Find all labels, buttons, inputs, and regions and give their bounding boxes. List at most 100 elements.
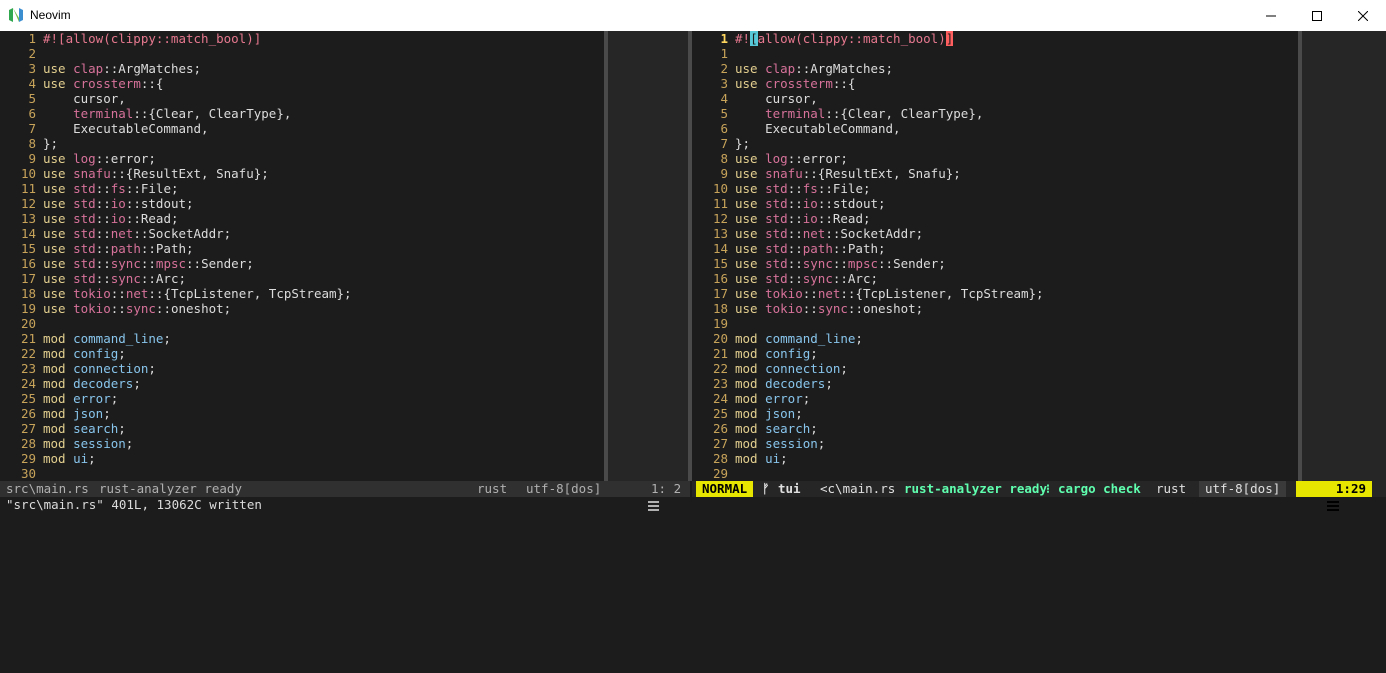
code-token: ; bbox=[802, 391, 811, 406]
code-token: decoders bbox=[765, 376, 826, 391]
code-line[interactable]: 8}; bbox=[0, 136, 604, 151]
code-line[interactable]: 17 use tokio::net::{TcpListener, TcpStrea… bbox=[692, 286, 1298, 301]
code-token: ::File; bbox=[125, 181, 179, 196]
code-line[interactable]: 28 mod ui; bbox=[692, 451, 1298, 466]
code-token: :: bbox=[802, 286, 818, 301]
code-line[interactable]: 24 mod decoders; bbox=[0, 376, 604, 391]
code-line[interactable]: 1 #![allow(clippy::match_bool)] bbox=[692, 31, 1298, 46]
code-token: ::Path; bbox=[140, 241, 194, 256]
code-line[interactable]: 15 use std::path::Path; bbox=[0, 241, 604, 256]
code-line[interactable]: 12 use std::io::Read; bbox=[692, 211, 1298, 226]
code-line[interactable]: 19 bbox=[692, 316, 1298, 331]
code-token: :: bbox=[787, 181, 803, 196]
code-token: ExecutableCommand, bbox=[735, 121, 901, 136]
code-line[interactable]: 18 use tokio::net::{TcpListener, TcpStrea… bbox=[0, 286, 604, 301]
code-line[interactable]: 2 bbox=[0, 46, 604, 61]
code-line[interactable]: 29 bbox=[692, 466, 1298, 481]
code-token: sync bbox=[817, 301, 848, 316]
code-token: std bbox=[73, 271, 96, 286]
code-line[interactable]: 22 mod connection; bbox=[692, 361, 1298, 376]
code-line[interactable]: 2 use clap::ArgMatches; bbox=[692, 61, 1298, 76]
code-line[interactable]: 8 use log::error; bbox=[692, 151, 1298, 166]
code-token: :: bbox=[832, 256, 848, 271]
code-line[interactable]: 4 use crossterm::{ bbox=[0, 76, 604, 91]
code-line[interactable]: 18 use tokio::sync::oneshot; bbox=[692, 301, 1298, 316]
code-line[interactable]: 11 use std::io::stdout; bbox=[692, 196, 1298, 211]
code-line[interactable]: 10 use std::fs::File; bbox=[692, 181, 1298, 196]
code-line[interactable]: 26 mod search; bbox=[692, 421, 1298, 436]
code-line[interactable]: 9 use log::error; bbox=[0, 151, 604, 166]
close-button[interactable] bbox=[1340, 0, 1386, 31]
code-line[interactable]: 4 cursor, bbox=[692, 91, 1298, 106]
code-token: ::{ResultExt, Snafu}; bbox=[802, 166, 961, 181]
code-text: mod command_line; bbox=[728, 331, 863, 346]
code-text: mod decoders; bbox=[728, 376, 833, 391]
code-token: ; bbox=[163, 331, 171, 346]
code-token: search bbox=[765, 421, 811, 436]
code-line[interactable]: 12 use std::io::stdout; bbox=[0, 196, 604, 211]
code-token: std bbox=[73, 196, 96, 211]
code-line[interactable]: 27 mod search; bbox=[0, 421, 604, 436]
editor-area[interactable]: 1 #![allow(clippy::match_bool)] 2 3 use clap… bbox=[0, 31, 1386, 481]
code-line[interactable]: 7 ExecutableCommand, bbox=[0, 121, 604, 136]
code-line[interactable]: 25 mod json; bbox=[692, 406, 1298, 421]
code-line[interactable]: 24 mod error; bbox=[692, 391, 1298, 406]
code-line[interactable]: 6 terminal::{Clear, ClearType}, bbox=[0, 106, 604, 121]
left-status-filetype: rust bbox=[477, 481, 508, 496]
code-line[interactable]: 29 mod ui; bbox=[0, 451, 604, 466]
code-line[interactable]: 13 use std::io::Read; bbox=[0, 211, 604, 226]
code-token: decoders bbox=[73, 376, 134, 391]
code-line[interactable]: 26 mod json; bbox=[0, 406, 604, 421]
code-line[interactable]: 25 mod error; bbox=[0, 391, 604, 406]
minimize-button[interactable] bbox=[1248, 0, 1294, 31]
code-line[interactable]: 14 use std::path::Path; bbox=[692, 241, 1298, 256]
code-line[interactable]: 1 #![allow(clippy::match_bool)] bbox=[0, 31, 604, 46]
code-token: :: bbox=[787, 256, 803, 271]
code-token: path bbox=[802, 241, 833, 256]
code-token: io bbox=[110, 196, 126, 211]
code-line[interactable]: 3 use clap::ArgMatches; bbox=[0, 61, 604, 76]
code-line[interactable]: 20 bbox=[0, 316, 604, 331]
code-line[interactable]: 5 terminal::{Clear, ClearType}, bbox=[692, 106, 1298, 121]
code-line[interactable]: 23 mod decoders; bbox=[692, 376, 1298, 391]
code-line[interactable]: 27 mod session; bbox=[692, 436, 1298, 451]
code-line[interactable]: 23 mod connection; bbox=[0, 361, 604, 376]
code-line[interactable]: 16 use std::sync::Arc; bbox=[692, 271, 1298, 286]
right-editor-pane[interactable]: 1 #![allow(clippy::match_bool)] 1 2 use clap… bbox=[692, 31, 1298, 481]
maximize-button[interactable] bbox=[1294, 0, 1340, 31]
code-token: error bbox=[765, 391, 803, 406]
code-line[interactable]: 10 use snafu::{ResultExt, Snafu}; bbox=[0, 166, 604, 181]
code-line[interactable]: 28 mod session; bbox=[0, 436, 604, 451]
code-line[interactable]: 6 ExecutableCommand, bbox=[692, 121, 1298, 136]
code-token: sync bbox=[125, 301, 156, 316]
code-text: use std::fs::File; bbox=[36, 181, 179, 196]
code-line[interactable]: 9 use snafu::{ResultExt, Snafu}; bbox=[692, 166, 1298, 181]
close-icon bbox=[1358, 10, 1368, 21]
code-token: mod bbox=[735, 451, 766, 466]
code-token: mod bbox=[735, 391, 766, 406]
code-line[interactable]: 7}; bbox=[692, 136, 1298, 151]
code-line[interactable]: 1 bbox=[692, 46, 1298, 61]
code-line[interactable]: 11 use std::fs::File; bbox=[0, 181, 604, 196]
code-token: cursor, bbox=[43, 91, 126, 106]
code-token: io bbox=[802, 196, 818, 211]
code-line[interactable]: 5 cursor, bbox=[0, 91, 604, 106]
code-line[interactable]: 30 bbox=[0, 466, 604, 481]
code-token: use bbox=[43, 181, 74, 196]
code-line[interactable]: 3 use crossterm::{ bbox=[692, 76, 1298, 91]
code-line[interactable]: 21 mod command_line; bbox=[0, 331, 604, 346]
left-editor-pane[interactable]: 1 #![allow(clippy::match_bool)] 2 3 use clap… bbox=[0, 31, 604, 481]
code-line[interactable]: 13 use std::net::SocketAddr; bbox=[692, 226, 1298, 241]
code-line[interactable]: 17 use std::sync::Arc; bbox=[0, 271, 604, 286]
code-line[interactable]: 14 use std::net::SocketAddr; bbox=[0, 226, 604, 241]
code-line[interactable]: 21 mod config; bbox=[692, 346, 1298, 361]
code-line[interactable]: 16 use std::sync::mpsc::Sender; bbox=[0, 256, 604, 271]
code-line[interactable]: 20 mod command_line; bbox=[692, 331, 1298, 346]
code-token: mod bbox=[43, 331, 74, 346]
line-number: 2 bbox=[720, 61, 728, 76]
code-line[interactable]: 22 mod config; bbox=[0, 346, 604, 361]
code-line[interactable]: 19 use tokio::sync::oneshot; bbox=[0, 301, 604, 316]
line-number: 8 bbox=[28, 136, 36, 151]
code-line[interactable]: 15 use std::sync::mpsc::Sender; bbox=[692, 256, 1298, 271]
line-number: 1 bbox=[720, 31, 728, 46]
